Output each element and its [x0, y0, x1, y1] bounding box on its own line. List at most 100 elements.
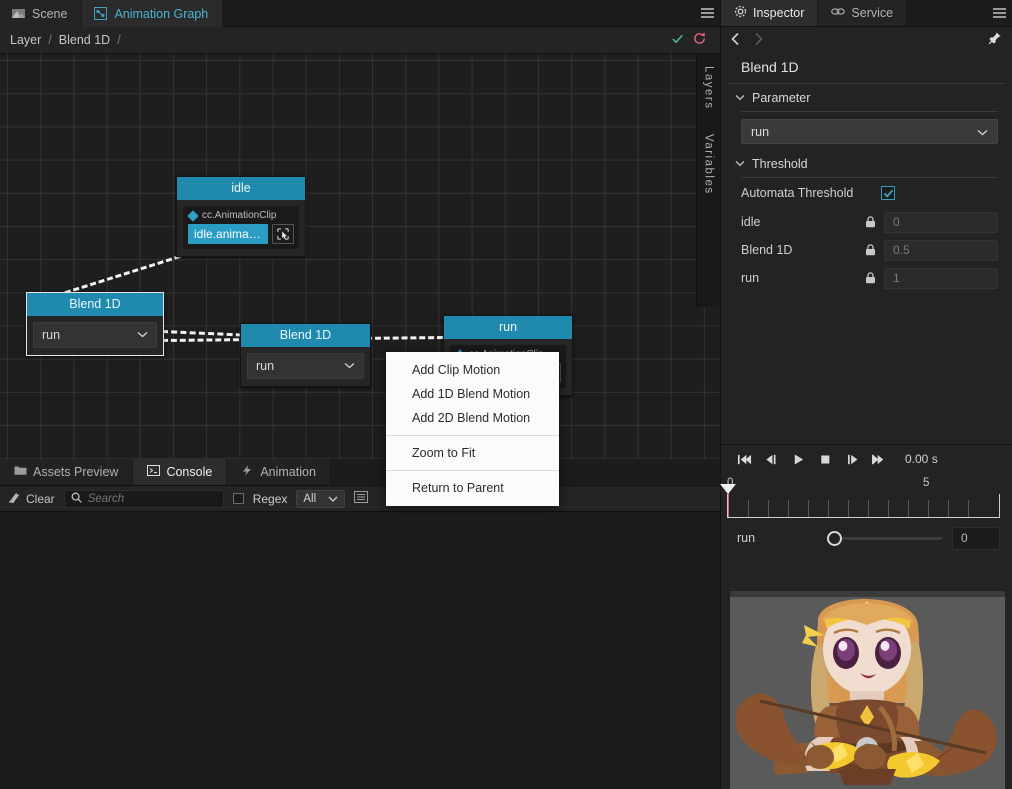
ruler-tick	[968, 500, 969, 517]
preview-parameter-slider[interactable]	[827, 530, 942, 546]
ruler-tick	[808, 500, 809, 517]
tab-assets-preview[interactable]: Assets Preview	[0, 459, 134, 485]
graph-node-blend1d-left-frame: Blend 1D run	[26, 292, 164, 356]
graph-node-blend1d-mid[interactable]: Blend 1D run	[240, 323, 371, 387]
menu-separator	[386, 470, 559, 471]
check-icon[interactable]	[666, 31, 688, 50]
threshold-value-blend1d[interactable]: 0.5	[884, 239, 998, 261]
chevron-down-icon	[735, 159, 745, 170]
breadcrumb-item-layer[interactable]: Layer	[10, 33, 41, 47]
step-forward-icon[interactable]	[839, 453, 866, 466]
section-label-threshold: Threshold	[752, 157, 808, 171]
menu-separator	[386, 435, 559, 436]
clip-asset-field[interactable]: idle.animati...	[188, 224, 268, 244]
threshold-row-run: run 1	[721, 264, 1012, 292]
animation-graph-canvas[interactable]: idle cc.AnimationClip idle.animati... Bl…	[0, 54, 720, 463]
tab-scene-label: Scene	[32, 6, 68, 21]
threshold-label-idle: idle	[741, 215, 761, 229]
stop-icon[interactable]	[812, 453, 839, 466]
regex-label: Regex	[252, 491, 288, 506]
breadcrumb-item-blend1d[interactable]: Blend 1D	[59, 33, 110, 47]
skip-forward-icon[interactable]	[866, 453, 893, 466]
graph-node-blend1d-left-body: run	[27, 316, 163, 355]
refresh-icon[interactable]	[688, 31, 710, 50]
blend-parameter-dropdown-mid[interactable]: run	[247, 353, 364, 379]
tab-scene[interactable]: Scene	[0, 0, 83, 27]
tab-assets-preview-label: Assets Preview	[33, 465, 119, 479]
menu-item-zoom-to-fit[interactable]: Zoom to Fit	[386, 441, 559, 465]
pin-icon[interactable]	[988, 31, 1002, 50]
threshold-value-run[interactable]: 1	[884, 267, 998, 289]
parameter-select-value: run	[751, 124, 770, 139]
timeline-ruler[interactable]	[720, 484, 1000, 518]
tab-console[interactable]: Console	[133, 459, 228, 485]
play-icon[interactable]	[785, 453, 812, 466]
graph-node-idle[interactable]: idle cc.AnimationClip idle.animati...	[176, 176, 306, 257]
lock-icon	[856, 244, 884, 256]
inspector-menu-button[interactable]	[986, 0, 1012, 26]
connector-blend1d-to-blend1d-mid	[161, 330, 242, 337]
threshold-row-idle: idle 0	[721, 208, 1012, 236]
menu-item-add-2d-blend-motion[interactable]: Add 2D Blend Motion	[386, 406, 559, 430]
animation-graph-editor: Scene Animation Graph Layer / Blend 1D /	[0, 0, 1012, 789]
blend-parameter-dropdown-left[interactable]: run	[33, 322, 157, 348]
chevron-right-icon[interactable]	[754, 32, 763, 49]
menu-item-return-to-parent[interactable]: Return to Parent	[386, 476, 559, 500]
ruler-tick	[748, 500, 749, 517]
select-asset-icon[interactable]	[272, 224, 294, 244]
log-level-filter-select[interactable]: All	[296, 489, 346, 508]
chevron-down-icon	[735, 93, 745, 104]
preview-parameter-value[interactable]: 0	[952, 526, 1000, 550]
side-tab-layers[interactable]: Layers	[703, 54, 715, 122]
section-label-parameter: Parameter	[752, 91, 811, 105]
threshold-value-idle[interactable]: 0	[884, 211, 998, 233]
section-header-parameter[interactable]: Parameter	[721, 84, 1012, 111]
tab-inspector[interactable]: Inspector	[721, 0, 819, 26]
console-search-box[interactable]	[63, 489, 224, 508]
console-icon	[147, 465, 161, 479]
clear-console-button[interactable]: Clear	[8, 491, 55, 506]
search-input[interactable]	[87, 492, 217, 505]
chevron-left-icon[interactable]	[731, 32, 740, 49]
preview-timestamp: 0.00 s	[905, 452, 938, 466]
lock-icon	[856, 272, 884, 284]
timeline-playhead[interactable]	[720, 484, 736, 517]
graph-node-run-title: run	[444, 316, 572, 339]
tab-animation[interactable]: Animation	[227, 459, 331, 485]
tab-inspector-label: Inspector	[753, 6, 805, 20]
side-tab-variables[interactable]: Variables	[703, 122, 715, 207]
main-area: Scene Animation Graph Layer / Blend 1D /	[0, 0, 720, 789]
slider-knob[interactable]	[827, 530, 842, 546]
section-rule	[741, 111, 998, 112]
inspector-panel: Inspector Service Blend 1D Parameter run…	[720, 0, 1012, 789]
threshold-label-blend1d: Blend 1D	[741, 243, 793, 257]
menu-item-add-clip-motion[interactable]: Add Clip Motion	[386, 358, 559, 382]
inspector-nav-row	[721, 27, 1012, 53]
preview-transport: 0.00 s	[721, 445, 1012, 473]
tab-service-label: Service	[851, 6, 894, 20]
regex-checkbox[interactable]	[232, 493, 244, 504]
tab-service[interactable]: Service	[818, 0, 908, 26]
ruler-tick	[888, 500, 889, 517]
automata-threshold-checkbox[interactable]	[881, 186, 895, 200]
chevron-down-icon	[977, 125, 988, 139]
clip-motion-panel: cc.AnimationClip idle.animati...	[183, 206, 299, 249]
parameter-select[interactable]: run	[741, 119, 998, 144]
ruler-tick	[848, 500, 849, 517]
step-back-icon[interactable]	[758, 453, 785, 466]
main-panel-menu-button[interactable]	[694, 0, 720, 26]
menu-item-add-1d-blend-motion[interactable]: Add 1D Blend Motion	[386, 382, 559, 406]
clip-asset-row: idle.animati...	[188, 224, 294, 244]
scene-icon	[12, 7, 25, 20]
graph-context-menu[interactable]: Add Clip Motion Add 1D Blend Motion Add …	[386, 352, 559, 506]
console-log-area[interactable]	[0, 512, 720, 789]
breadcrumb: Layer / Blend 1D /	[0, 27, 720, 54]
skip-back-icon[interactable]	[731, 453, 758, 466]
section-header-threshold[interactable]: Threshold	[721, 150, 1012, 177]
inspector-tab-bar: Inspector Service	[721, 0, 1012, 27]
character-preview[interactable]	[730, 591, 1005, 789]
preview-timeline[interactable]: 0 5	[720, 477, 1000, 523]
graph-node-blend1d-left[interactable]: Blend 1D run	[26, 292, 164, 356]
list-menu-icon[interactable]	[354, 491, 369, 506]
tab-animation-graph[interactable]: Animation Graph	[82, 0, 224, 27]
